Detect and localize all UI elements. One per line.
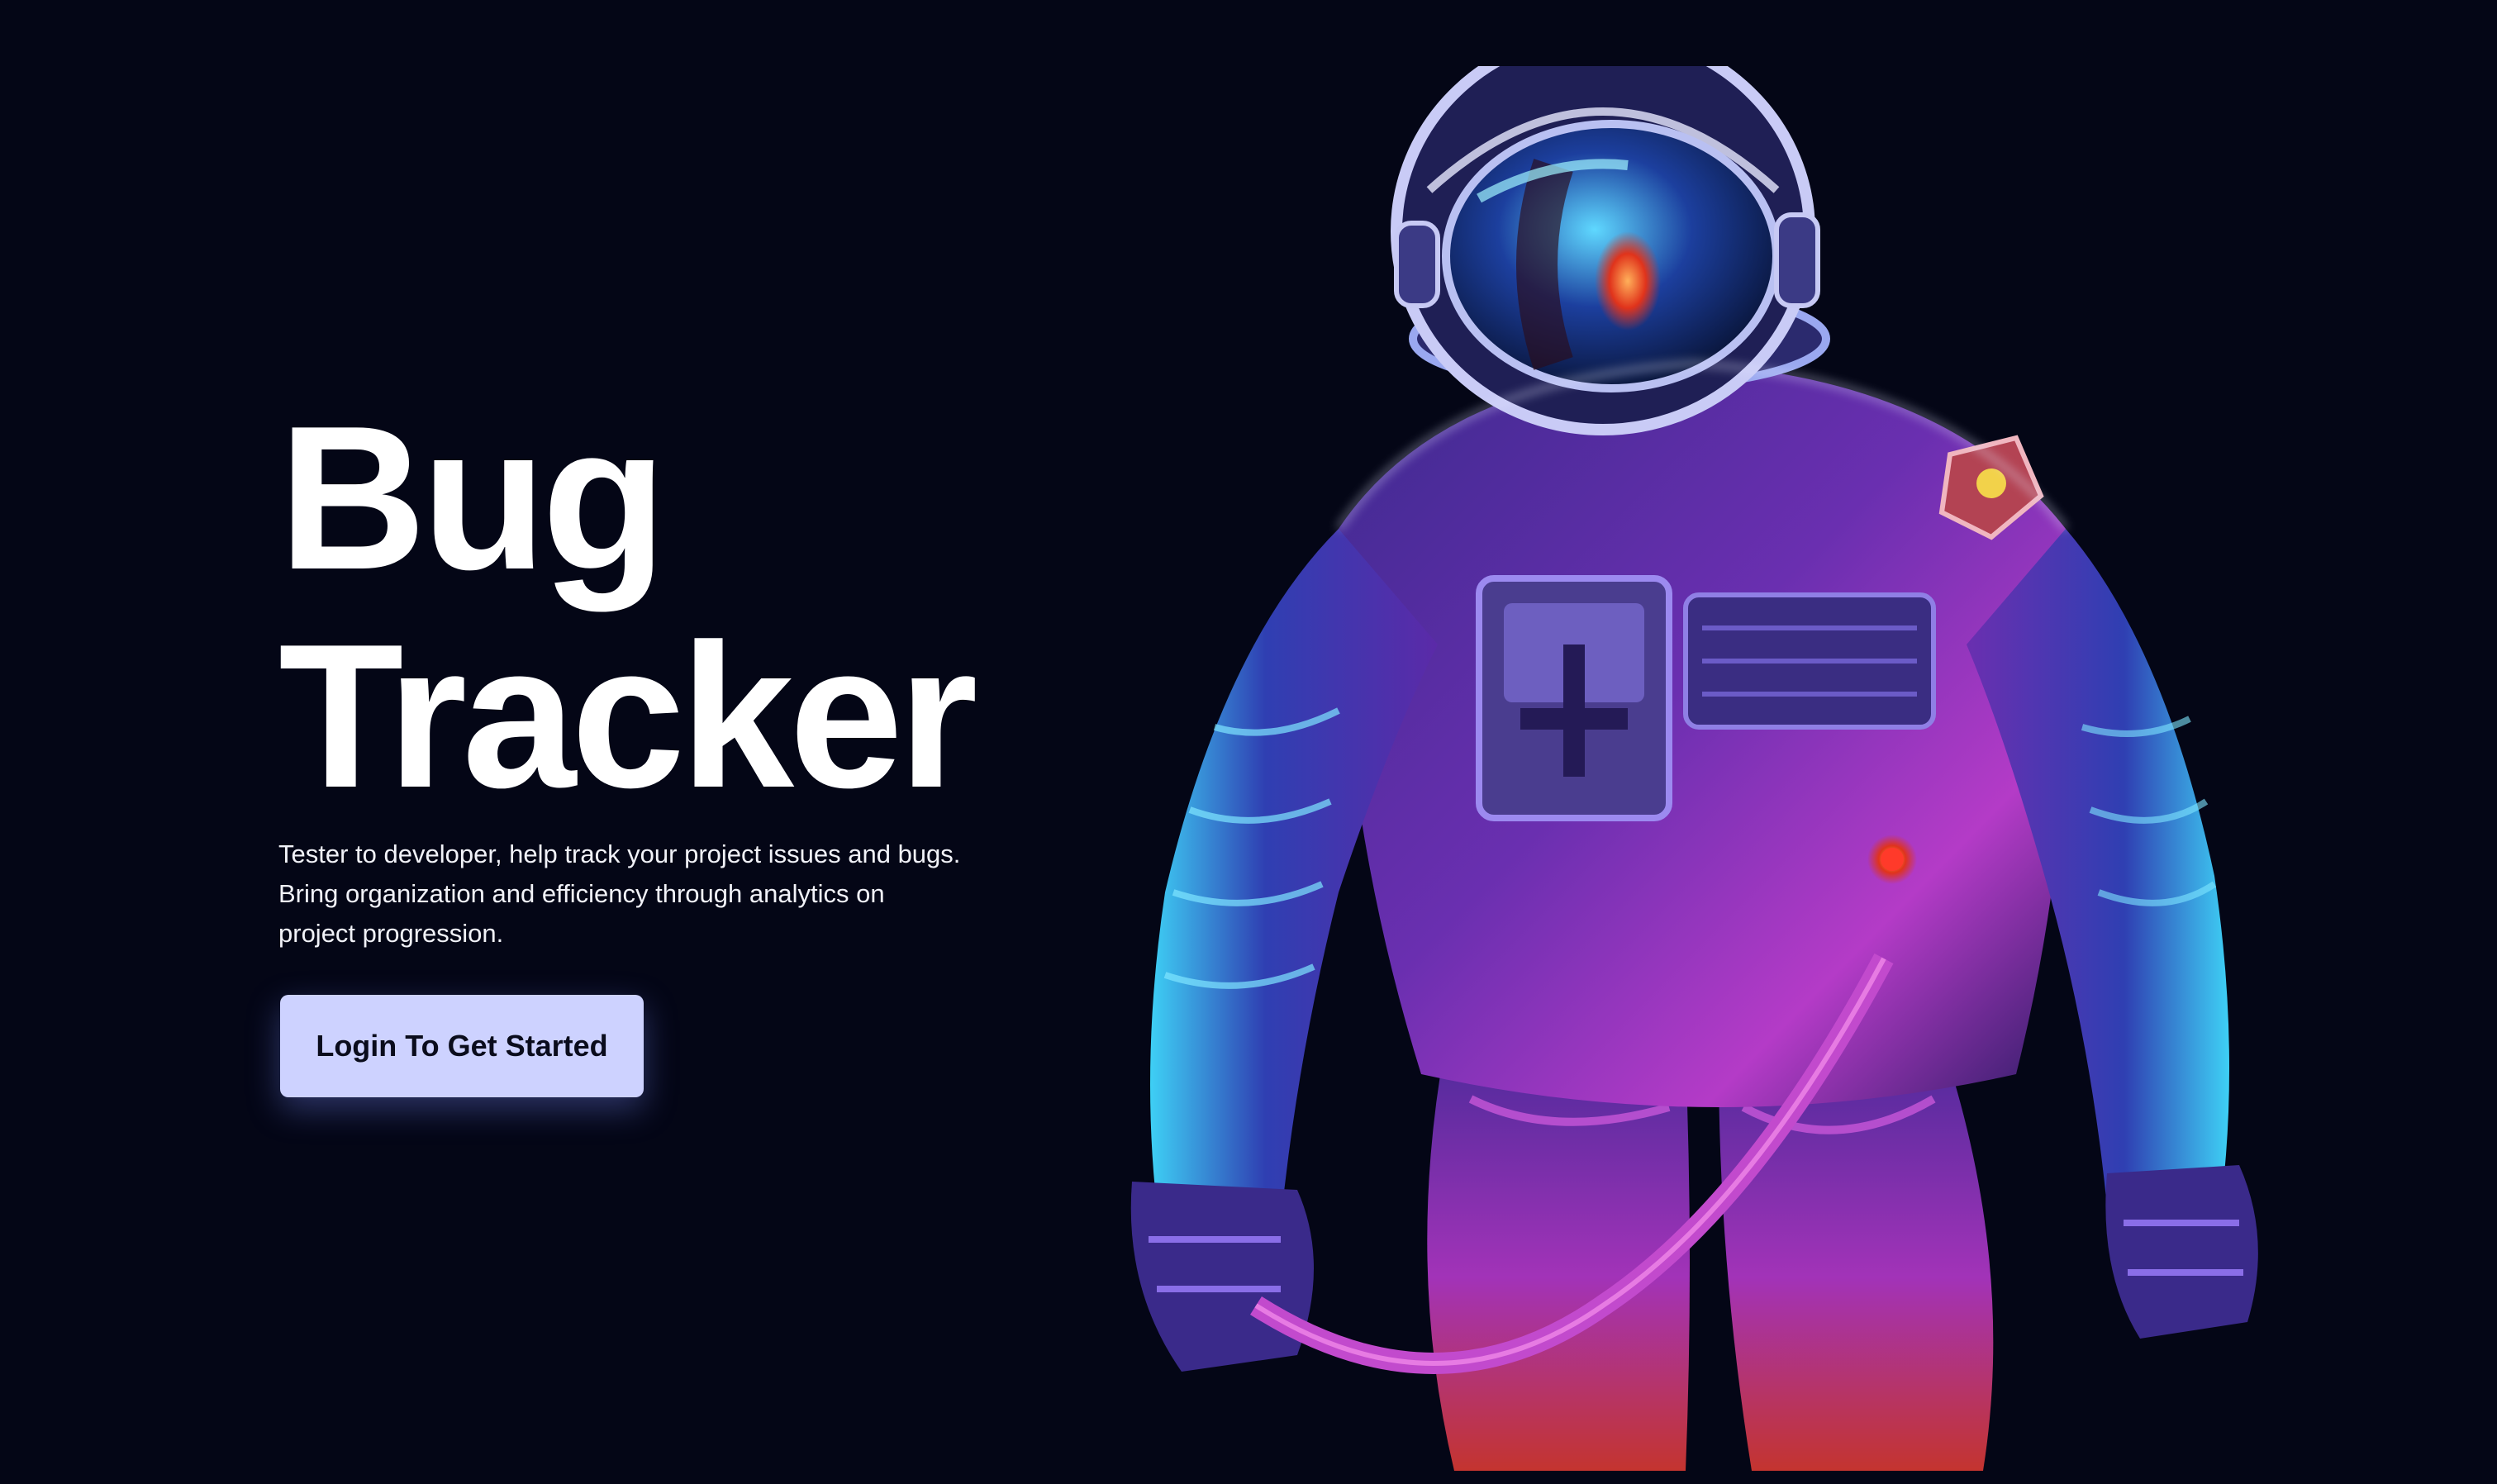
hero-section: Bug Tracker Tester to developer, help tr…: [0, 0, 2497, 1484]
hero-text-block: Bug Tracker Tester to developer, help tr…: [278, 388, 1022, 1097]
login-get-started-button[interactable]: Login To Get Started: [280, 995, 644, 1097]
hero-description: Tester to developer, help track your pro…: [278, 835, 1014, 954]
astronaut-icon: [1130, 66, 2258, 1471]
title-line-tracker: Tracker: [278, 601, 978, 830]
page-title: Bug Tracker: [278, 388, 1022, 825]
description-line: Tester to developer, help track your pro…: [278, 840, 961, 868]
description-line: project progression.: [278, 919, 504, 948]
description-line: Bring organization and efficiency throug…: [278, 879, 885, 908]
astronaut-illustration: [1091, 66, 2289, 1471]
title-line-bug: Bug: [278, 383, 667, 612]
